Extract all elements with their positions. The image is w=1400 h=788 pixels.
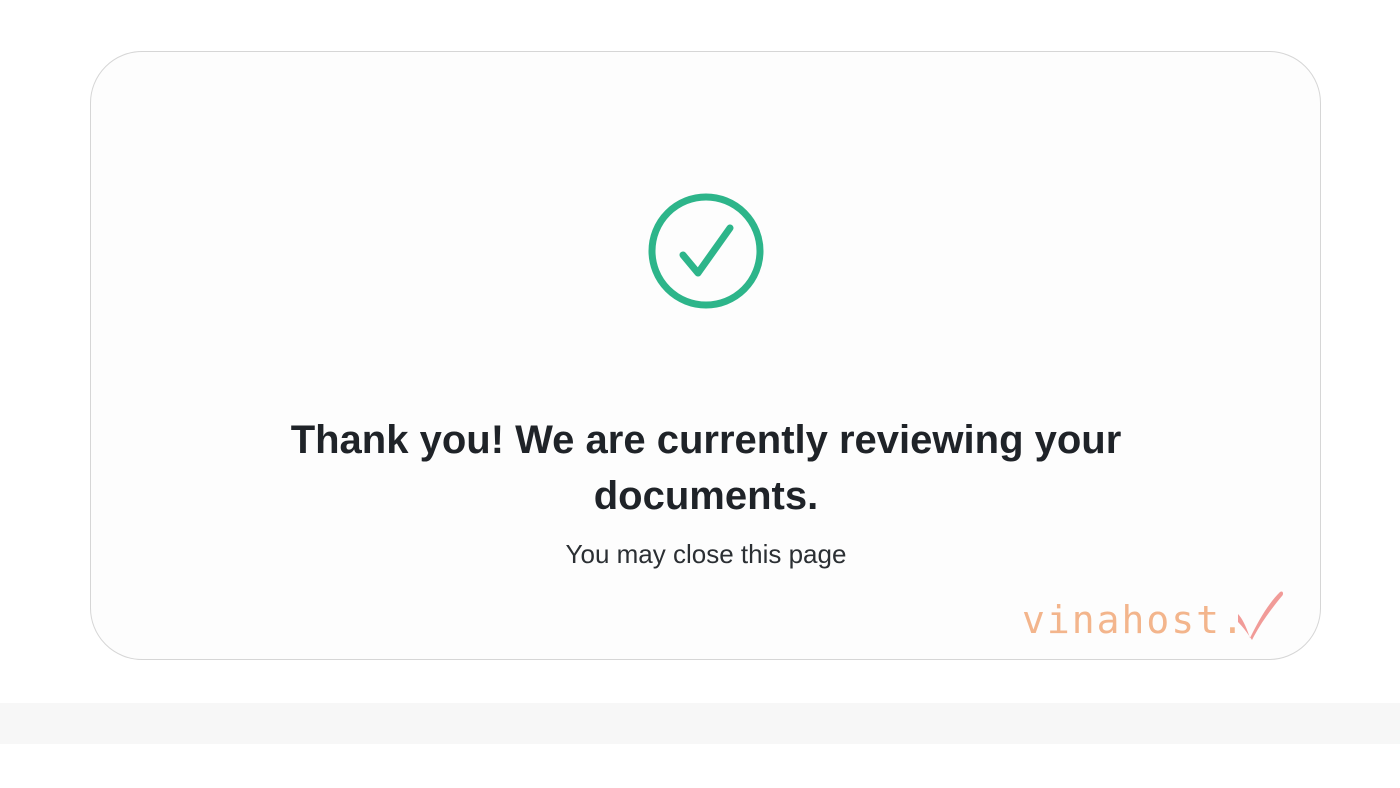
page-title: Thank you! We are currently reviewing yo… <box>290 418 1122 518</box>
page: Thank you! We are currently reviewing yo… <box>0 0 1400 788</box>
check-circle-icon <box>648 193 764 309</box>
status-subtitle: You may close this page <box>565 539 847 569</box>
footer-band <box>0 703 1400 744</box>
check-mark-icon <box>1238 591 1284 640</box>
watermark-text: vinahost. <box>1022 598 1246 642</box>
watermark-logo: vinahost. <box>1022 588 1284 646</box>
